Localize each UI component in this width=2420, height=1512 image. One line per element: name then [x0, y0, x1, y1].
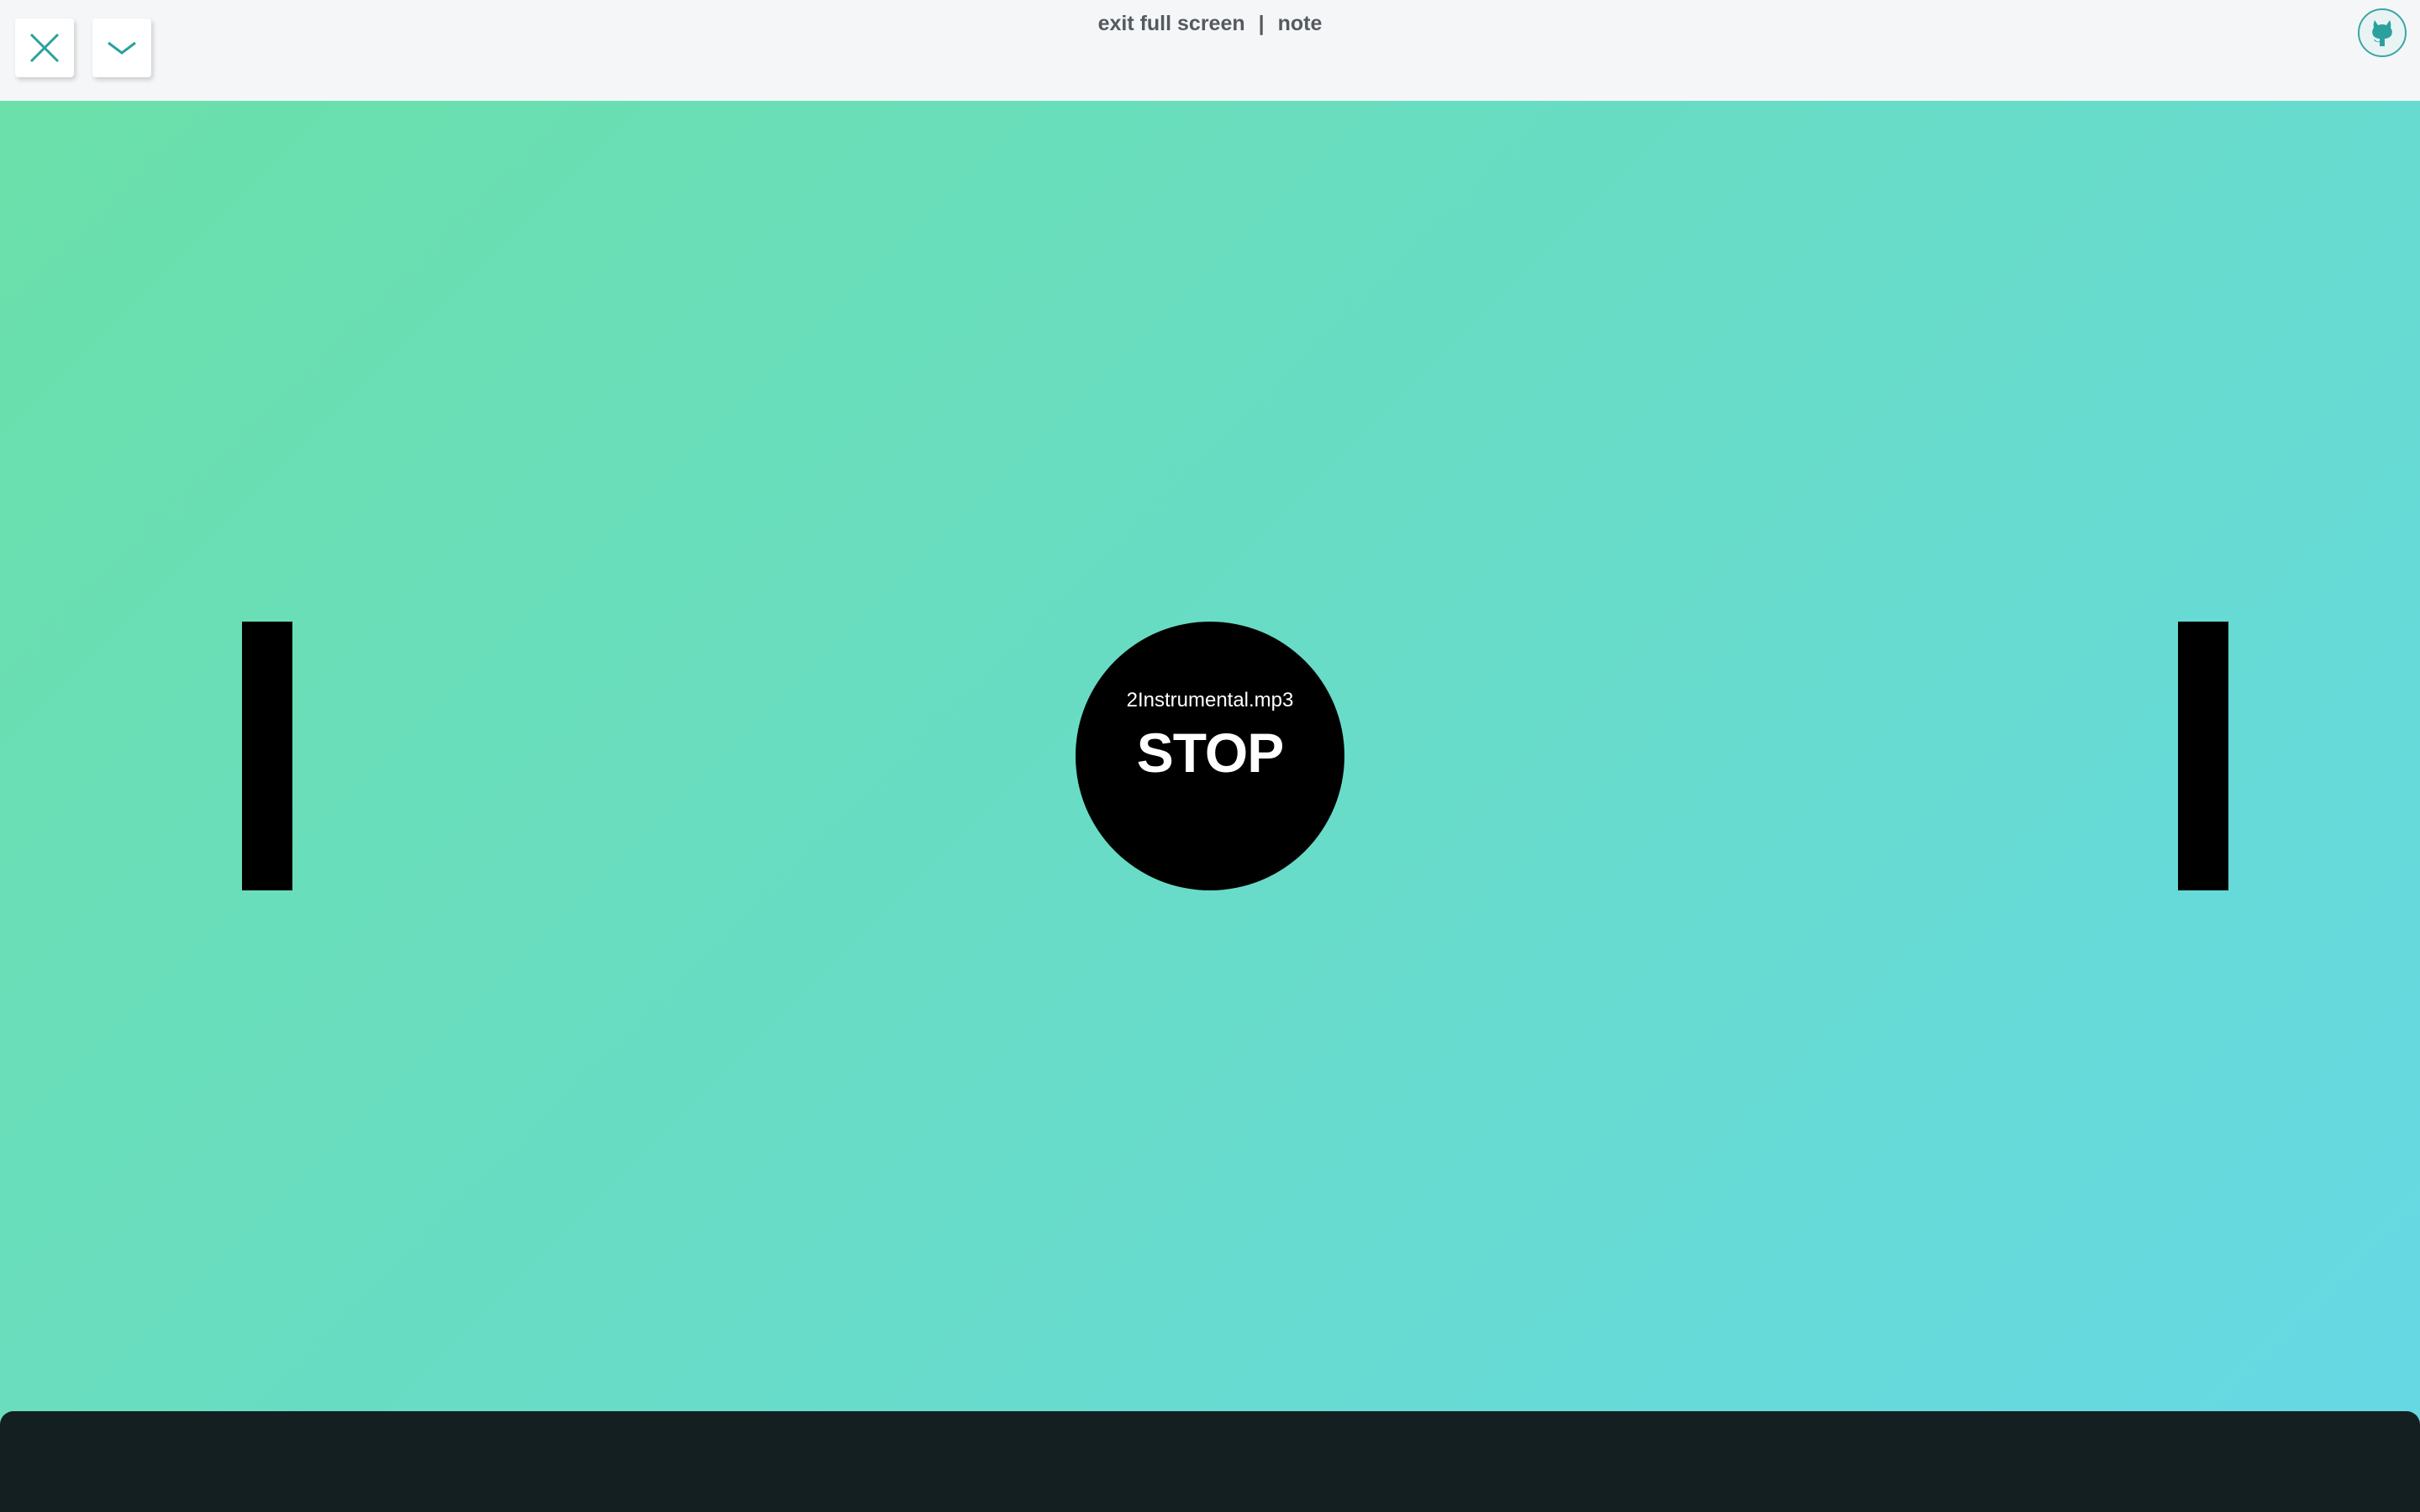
note-link[interactable]: note — [1278, 12, 1323, 35]
github-link[interactable] — [2358, 8, 2407, 57]
github-icon — [2364, 13, 2401, 54]
stop-button[interactable]: 2Instrumental.mp3 STOP — [1076, 622, 1344, 890]
top-bar: exit full screen | note — [0, 0, 2420, 101]
link-separator: | — [1258, 12, 1265, 35]
top-links: exit full screen | note — [0, 12, 2420, 36]
close-icon — [28, 31, 61, 65]
left-level-bar — [242, 622, 292, 890]
exit-full-screen-link[interactable]: exit full screen — [1098, 12, 1245, 35]
app-page: exit full screen | note 2Instrumental.mp3 … — [0, 0, 2420, 1512]
chevron-down-icon — [107, 39, 137, 56]
track-filename: 2Instrumental.mp3 — [1126, 689, 1294, 711]
stop-label: STOP — [1136, 722, 1285, 784]
bottom-panel — [0, 1411, 2420, 1512]
right-level-bar — [2178, 622, 2228, 890]
